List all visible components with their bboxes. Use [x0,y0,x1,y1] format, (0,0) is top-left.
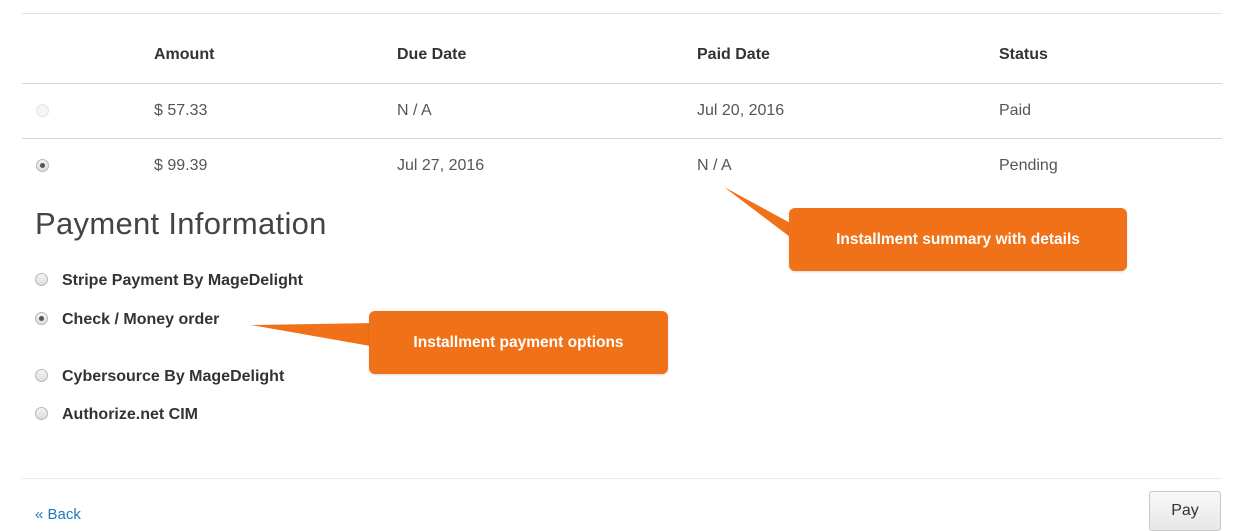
pay-button[interactable]: Pay [1149,491,1221,531]
back-link[interactable]: « Back [35,506,81,523]
footer-divider [22,478,1222,479]
callout-installment-summary: Installment summary with details [789,208,1127,271]
options-callout-pointer [251,323,376,347]
callout-payment-options: Installment payment options [369,311,668,374]
